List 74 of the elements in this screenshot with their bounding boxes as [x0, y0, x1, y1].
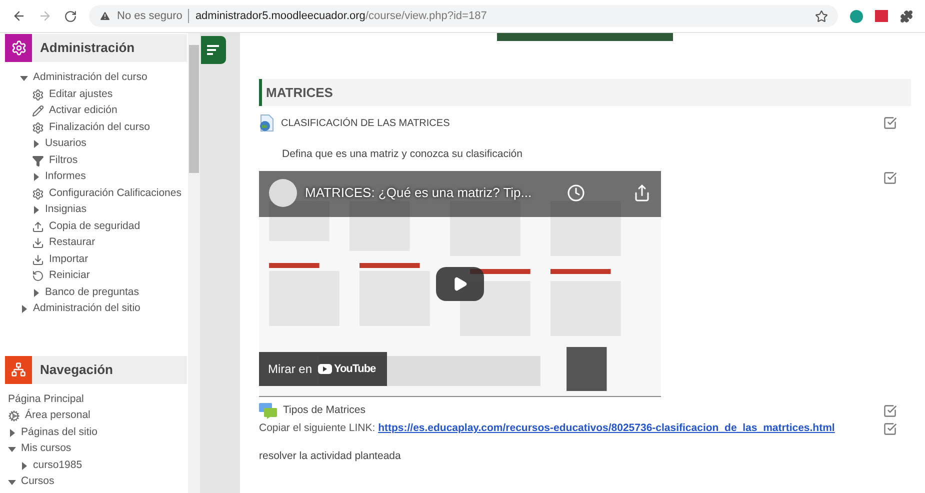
tree-item[interactable]: Administración del sitio [33, 301, 140, 318]
pencil-icon [32, 105, 44, 118]
tree-item[interactable]: Páginas del sitio [21, 424, 98, 441]
upload-icon [32, 220, 44, 233]
tree-item[interactable]: Copia de seguridad [49, 218, 140, 235]
tree-item[interactable]: Usuarios [45, 136, 86, 152]
play-logo-icon [318, 364, 332, 374]
completion-checkbox[interactable] [883, 116, 897, 130]
section-title: MATRICES [266, 84, 333, 102]
caret-right-icon [32, 206, 40, 214]
tree-item[interactable]: Banco de preguntas [45, 284, 139, 301]
educaplay-link[interactable]: https://es.educaplay.com/recursos-educativos/8025736-clasificacion_de_las_matrtices.html [378, 422, 835, 434]
share-icon[interactable] [633, 184, 651, 202]
tree-item[interactable]: Insignias [45, 202, 86, 218]
tree-item[interactable]: Área personal [25, 408, 90, 424]
caret-right-icon [8, 428, 16, 437]
activity-link[interactable]: Tipos de Matrices [283, 403, 366, 419]
back-icon[interactable] [12, 9, 26, 23]
extension-icon[interactable] [850, 10, 863, 22]
caret-down-icon [20, 74, 28, 82]
drawer-toggle-button[interactable] [201, 36, 226, 64]
chat-bubbles-icon [259, 403, 277, 419]
caret-right-icon [32, 140, 40, 148]
address-bar[interactable]: No es seguro administrador5.moodleecuador.org/course/view.php?id=187 [89, 5, 838, 27]
dashboard-icon [8, 410, 20, 422]
tree-item[interactable]: Editar ajustes [49, 86, 113, 103]
tree-item[interactable]: Informes [45, 169, 86, 186]
scrollbar[interactable] [188, 33, 200, 493]
tree-item[interactable]: Página Principal [8, 392, 84, 408]
clock-icon[interactable] [567, 184, 585, 202]
play-button[interactable] [436, 267, 484, 301]
youtube-logo: YouTube [334, 362, 376, 377]
gear-icon [32, 122, 44, 134]
block-title: Navegación [40, 360, 113, 379]
description-text: resolver la actividad planteada [259, 450, 401, 462]
reset-icon [32, 270, 44, 282]
watch-on-youtube-button[interactable]: Mirar en YouTube [259, 352, 387, 386]
gear-icon [32, 188, 44, 200]
tree-item[interactable]: Reiniciar [49, 268, 90, 284]
tree-item[interactable]: Cursos [21, 474, 54, 490]
tree-item[interactable]: curso1985 [33, 458, 82, 474]
completion-checkbox[interactable] [883, 422, 897, 436]
tree-item[interactable]: Configuración Calificaciones [49, 186, 182, 202]
tree-item[interactable]: Importar [49, 252, 88, 268]
tree-item[interactable]: Administración del curso [33, 70, 148, 86]
play-icon [452, 276, 468, 292]
tree-item[interactable]: Filtros [49, 152, 78, 169]
web-page-icon [259, 114, 275, 132]
tree-item[interactable]: Restaurar [49, 235, 96, 252]
activity-link[interactable]: CLASIFICACIÓN DE LAS MATRICES [281, 116, 450, 130]
gear-icon [32, 88, 44, 101]
download-icon [32, 254, 44, 266]
security-label: No es seguro [117, 8, 182, 24]
bookmark-star-icon[interactable] [815, 10, 828, 22]
reload-icon[interactable] [64, 10, 77, 22]
link-sentence: Copiar el siguiente LINK: https://es.educaplay.com/recursos-educativos/8025736-clasificacion_de_las_matrtices.html [259, 421, 835, 436]
download-icon [32, 237, 44, 250]
block-title: Administración [40, 39, 135, 58]
filter-icon [32, 154, 44, 167]
tree-item[interactable]: Activar edición [49, 103, 118, 120]
url-text: administrador5.moodleecuador.org/course/view.php?id=187 [195, 8, 487, 24]
caret-down-icon [8, 445, 16, 454]
caret-down-icon [8, 478, 16, 486]
sitemap-icon [11, 362, 26, 377]
video-player[interactable]: MATRICES: ¿Qué es una matriz? Tip... Mirar en YouTube [259, 171, 661, 397]
caret-right-icon [20, 462, 28, 470]
warning-icon[interactable] [99, 10, 111, 22]
extensions-icon[interactable] [900, 10, 913, 22]
tree-item[interactable]: Finalización del curso [49, 120, 150, 136]
caret-right-icon [32, 173, 40, 182]
tree-item[interactable]: Mis cursos [21, 441, 72, 458]
description-text: Defina que es una matriz y conozca su clasificación [282, 148, 522, 160]
completion-checkbox[interactable] [883, 171, 897, 185]
completion-checkbox[interactable] [883, 404, 897, 418]
